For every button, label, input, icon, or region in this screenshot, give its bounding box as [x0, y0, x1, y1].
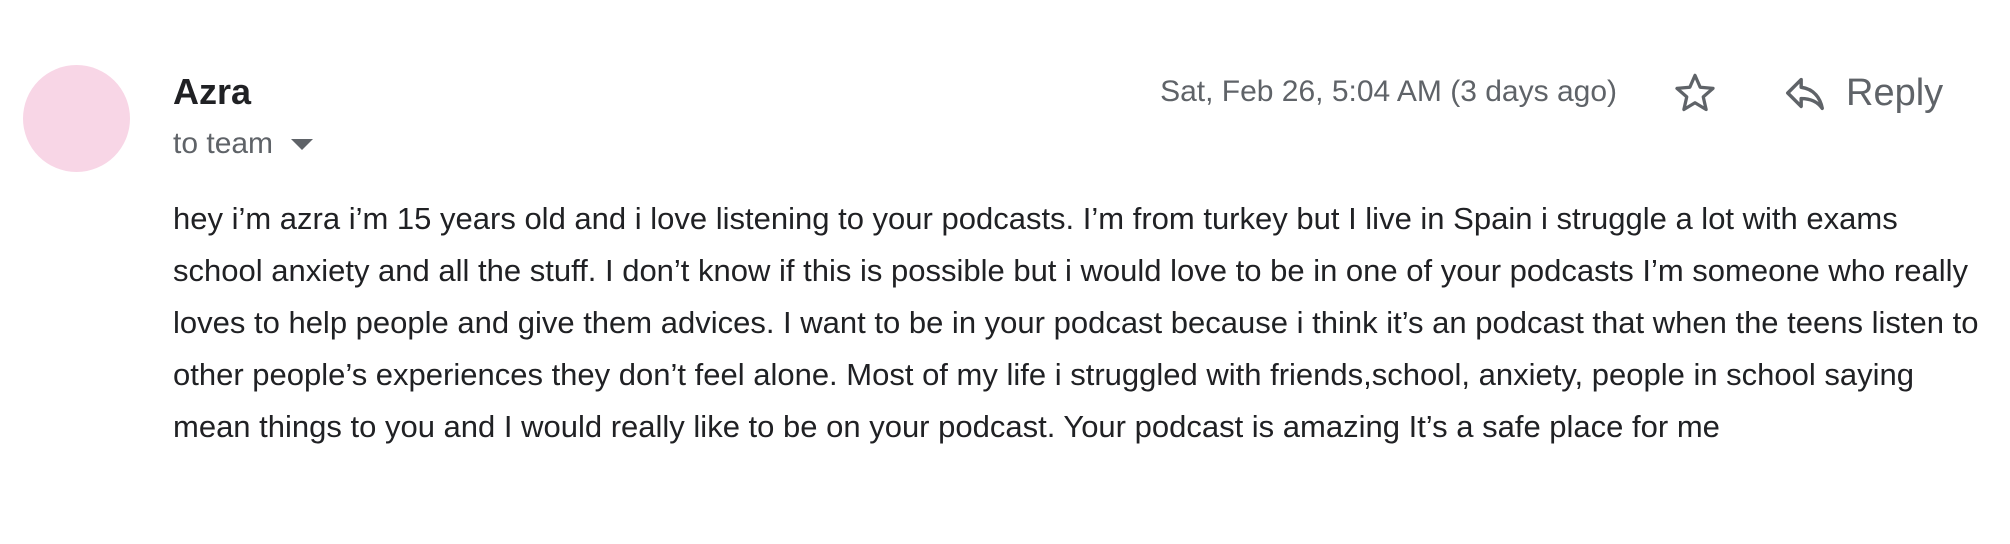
message-body: hey i’m azra i’m 15 years old and i love… — [173, 201, 1979, 444]
recipient-label: to team — [173, 127, 274, 160]
recipient-details[interactable]: to team — [173, 124, 314, 164]
reply-arrow-icon — [1786, 77, 1824, 111]
reply-button[interactable]: Reply — [1782, 66, 1943, 120]
sender-avatar[interactable] — [23, 65, 130, 172]
sender-name: Azra — [173, 71, 252, 112]
message-date: Sat, Feb 26, 5:04 AM (3 days ago) — [1160, 75, 1617, 108]
caret-down-icon[interactable] — [291, 138, 314, 150]
star-button[interactable] — [1672, 70, 1718, 116]
star-icon — [1675, 73, 1715, 112]
reply-label: Reply — [1846, 72, 1944, 114]
